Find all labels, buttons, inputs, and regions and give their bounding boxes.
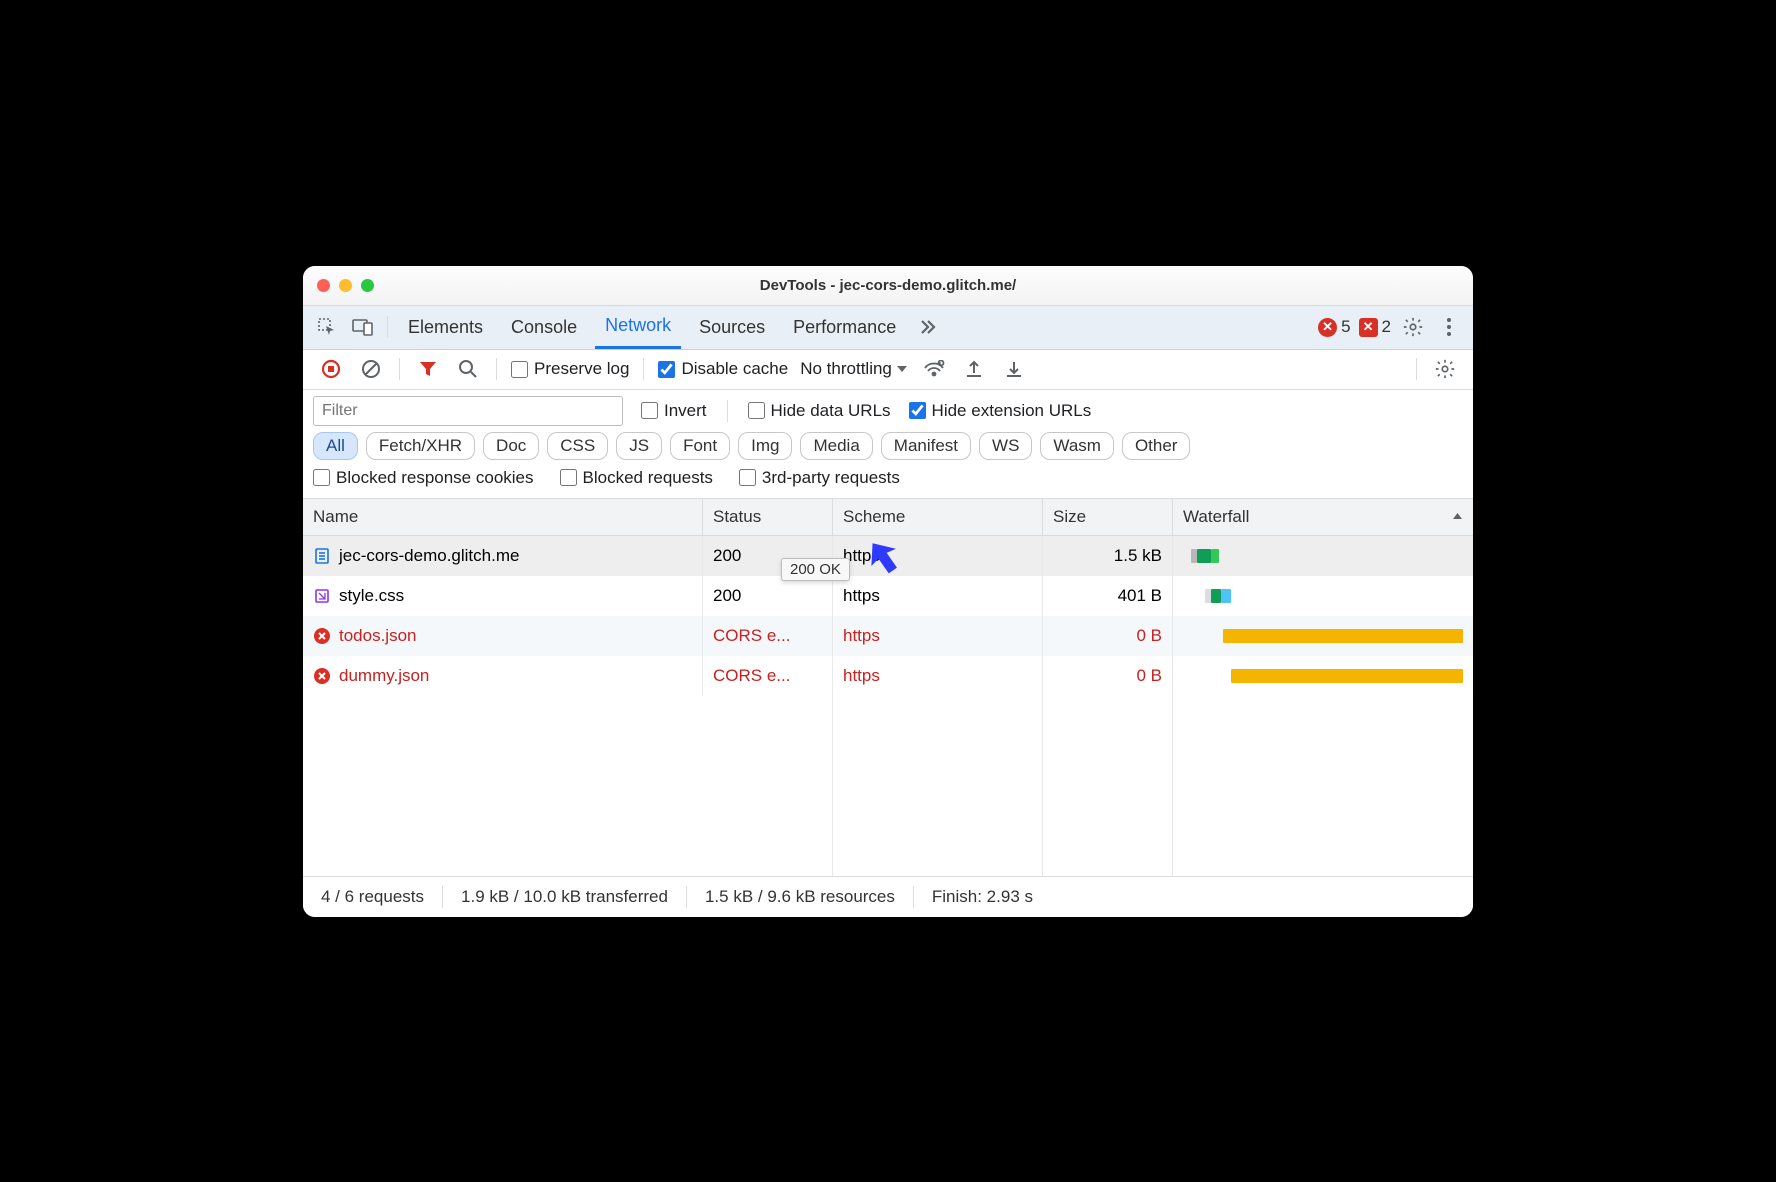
chip-media[interactable]: Media: [800, 432, 872, 460]
cell-scheme: https: [833, 656, 1043, 696]
blocked-cookies-checkbox[interactable]: Blocked response cookies: [313, 468, 534, 488]
table-row[interactable]: style.css 200 https 401 B: [303, 576, 1473, 616]
waterfall-bar: [1183, 536, 1463, 576]
cell-name: todos.json: [339, 626, 417, 646]
hide-extension-urls-checkbox[interactable]: Hide extension URLs: [909, 401, 1092, 421]
download-har-icon[interactable]: [1000, 355, 1028, 383]
waterfall-bar: [1183, 616, 1463, 656]
close-window-button[interactable]: [317, 279, 330, 292]
warning-icon: ✕: [1359, 318, 1378, 337]
cell-scheme: https: [833, 576, 1043, 616]
chip-img[interactable]: Img: [738, 432, 792, 460]
cell-scheme: https: [833, 616, 1043, 656]
cell-size: 1.5 kB: [1043, 536, 1173, 576]
chip-all[interactable]: All: [313, 432, 358, 460]
col-status[interactable]: Status: [703, 499, 833, 535]
more-tabs-icon[interactable]: [914, 313, 942, 341]
chip-css[interactable]: CSS: [547, 432, 608, 460]
cell-name: jec-cors-demo.glitch.me: [339, 546, 519, 566]
waterfall-bar: [1183, 576, 1463, 616]
error-icon: [313, 627, 331, 645]
clear-button[interactable]: [357, 355, 385, 383]
chip-font[interactable]: Font: [670, 432, 730, 460]
error-icon: ✕: [1318, 318, 1337, 337]
col-size[interactable]: Size: [1043, 499, 1173, 535]
stylesheet-icon: [313, 587, 331, 605]
status-finish: Finish: 2.93 s: [932, 887, 1033, 907]
panel-tabs: Elements Console Network Sources Perform…: [303, 306, 1473, 350]
network-conditions-icon[interactable]: [920, 355, 948, 383]
inspect-icon[interactable]: [313, 313, 341, 341]
chevron-down-icon: [896, 363, 908, 375]
table-row[interactable]: dummy.json CORS e... https 0 B: [303, 656, 1473, 696]
filter-bar: Invert Hide data URLs Hide extension URL…: [303, 390, 1473, 428]
status-requests: 4 / 6 requests: [321, 887, 424, 907]
tab-elements[interactable]: Elements: [398, 305, 493, 349]
chip-manifest[interactable]: Manifest: [881, 432, 971, 460]
minimize-window-button[interactable]: [339, 279, 352, 292]
error-badge[interactable]: ✕ 5: [1318, 317, 1350, 337]
network-toolbar: Preserve log Disable cache No throttling: [303, 350, 1473, 390]
chip-fetch-xhr[interactable]: Fetch/XHR: [366, 432, 475, 460]
filter-icon[interactable]: [414, 355, 442, 383]
disable-cache-checkbox[interactable]: Disable cache: [658, 359, 788, 379]
warning-badge[interactable]: ✕ 2: [1359, 317, 1391, 337]
status-tooltip: 200 OK: [781, 558, 850, 581]
cursor-arrow-icon: [859, 528, 911, 580]
error-count: 5: [1341, 317, 1350, 337]
status-transferred: 1.9 kB / 10.0 kB transferred: [461, 887, 668, 907]
warning-count: 2: [1382, 317, 1391, 337]
chip-js[interactable]: JS: [616, 432, 662, 460]
settings-icon[interactable]: [1399, 313, 1427, 341]
blocked-requests-checkbox[interactable]: Blocked requests: [560, 468, 713, 488]
zoom-window-button[interactable]: [361, 279, 374, 292]
type-chips: All Fetch/XHR Doc CSS JS Font Img Media …: [303, 428, 1473, 466]
chip-doc[interactable]: Doc: [483, 432, 539, 460]
hide-data-urls-checkbox[interactable]: Hide data URLs: [748, 401, 891, 421]
chip-other[interactable]: Other: [1122, 432, 1191, 460]
cell-status: CORS e...: [703, 656, 833, 696]
devtools-window: DevTools - jec-cors-demo.glitch.me/ Elem…: [303, 266, 1473, 917]
waterfall-bar: [1183, 656, 1463, 696]
cell-size: 401 B: [1043, 576, 1173, 616]
tab-console[interactable]: Console: [501, 305, 587, 349]
tab-performance[interactable]: Performance: [783, 305, 906, 349]
titlebar: DevTools - jec-cors-demo.glitch.me/: [303, 266, 1473, 306]
tab-network[interactable]: Network: [595, 305, 681, 349]
tab-sources[interactable]: Sources: [689, 305, 775, 349]
cell-name: style.css: [339, 586, 404, 606]
traffic-lights: [317, 279, 374, 292]
device-toggle-icon[interactable]: [349, 313, 377, 341]
status-bar: 4 / 6 requests 1.9 kB / 10.0 kB transfer…: [303, 877, 1473, 917]
chip-wasm[interactable]: Wasm: [1040, 432, 1114, 460]
upload-har-icon[interactable]: [960, 355, 988, 383]
status-resources: 1.5 kB / 9.6 kB resources: [705, 887, 895, 907]
cell-size: 0 B: [1043, 616, 1173, 656]
cell-status: CORS e...: [703, 616, 833, 656]
cell-name: dummy.json: [339, 666, 429, 686]
third-party-checkbox[interactable]: 3rd-party requests: [739, 468, 900, 488]
record-button[interactable]: [317, 355, 345, 383]
chip-ws[interactable]: WS: [979, 432, 1032, 460]
extra-filters: Blocked response cookies Blocked request…: [303, 466, 1473, 499]
error-icon: [313, 667, 331, 685]
search-icon[interactable]: [454, 355, 482, 383]
invert-checkbox[interactable]: Invert: [641, 401, 707, 421]
table-body: jec-cors-demo.glitch.me 200 https 1.5 kB…: [303, 536, 1473, 877]
col-waterfall[interactable]: Waterfall: [1173, 499, 1473, 535]
filter-input[interactable]: [313, 396, 623, 426]
sort-asc-icon: [1452, 511, 1463, 522]
col-name[interactable]: Name: [303, 499, 703, 535]
network-settings-icon[interactable]: [1431, 355, 1459, 383]
document-icon: [313, 547, 331, 565]
table-row[interactable]: todos.json CORS e... https 0 B: [303, 616, 1473, 656]
kebab-menu-icon[interactable]: [1435, 313, 1463, 341]
cell-status: 200: [703, 576, 833, 616]
window-title: DevTools - jec-cors-demo.glitch.me/: [303, 277, 1473, 294]
throttling-select[interactable]: No throttling: [800, 359, 908, 379]
preserve-log-checkbox[interactable]: Preserve log: [511, 359, 629, 379]
cell-size: 0 B: [1043, 656, 1173, 696]
